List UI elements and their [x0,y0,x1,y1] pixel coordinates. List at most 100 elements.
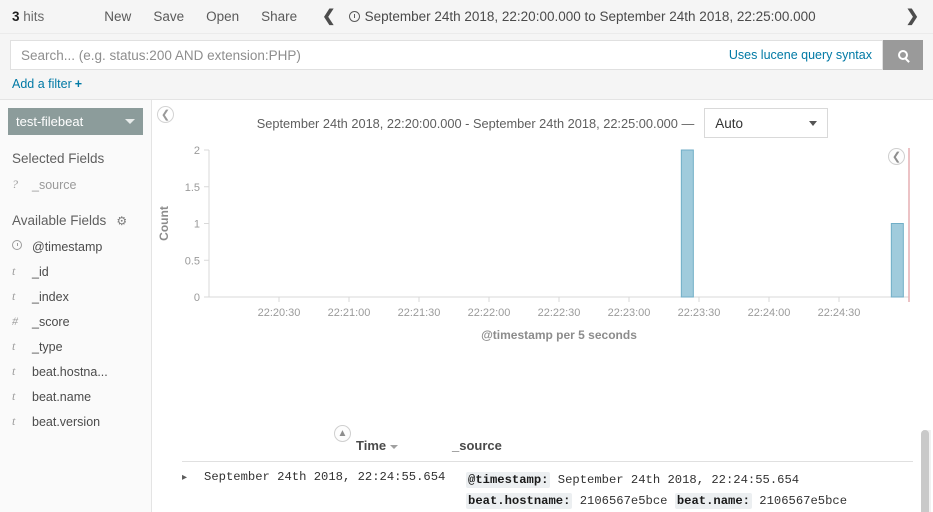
table-row: ▸ September 24th 2018, 22:24:55.654 @tim… [182,462,913,512]
query-bar: Uses lucene query syntax [0,34,933,76]
chevron-down-icon [125,119,135,124]
histogram-chart[interactable]: ❮ 0 0.5 1 1.5 2 Count 22:20:30 22:21:00 22:21:30… [152,140,927,355]
svg-text:0.5: 0.5 [185,255,200,267]
sidebar-field-index[interactable]: t _index [0,284,151,309]
top-navigation-bar: 3 hits New Save Open Share ❮ September 2… [0,0,933,34]
filter-bar: Add a filter + [0,76,933,100]
clock-icon [348,11,360,22]
search-submit-button[interactable] [883,40,923,70]
column-header-time-label: Time [356,438,387,453]
column-header-time[interactable]: Time [182,438,452,453]
field-type-icon: t [12,364,16,378]
query-input-wrapper: Uses lucene query syntax [10,40,883,70]
field-type-icon: t [12,339,16,353]
time-range-text: September 24th 2018, 22:20:00.000 to Sep… [364,9,816,24]
kibana-discover-app: 3 hits New Save Open Share ❮ September 2… [0,0,933,512]
hits-count: 3 hits [12,9,44,24]
column-header-source: _source [452,438,502,453]
svg-text:22:21:30: 22:21:30 [398,307,441,319]
lucene-syntax-link[interactable]: Uses lucene query syntax [729,48,872,62]
field-name-label: beat.hostna... [32,364,108,379]
nav-share-button[interactable]: Share [261,9,297,24]
nav-save-button[interactable]: Save [153,9,184,24]
svg-text:1.5: 1.5 [185,182,200,194]
time-range-display[interactable]: September 24th 2018, 22:20:00.000 to Sep… [348,9,816,24]
available-fields-title: Available Fields [12,213,107,228]
svg-text:22:22:00: 22:22:00 [468,307,511,319]
chart-header: September 24th 2018, 22:20:00.000 - Sept… [152,100,933,140]
field-name-label: @timestamp [32,239,103,254]
gear-icon[interactable]: ⚙ [116,214,127,228]
sidebar-field-type[interactable]: t _type [0,334,151,359]
chart-range-label: September 24th 2018, 22:20:00.000 - Sept… [256,115,695,131]
source-field-key: beat.hostname: [466,493,573,509]
hits-label: hits [23,9,45,24]
add-filter-button[interactable]: Add a filter + [12,77,82,91]
cell-time: September 24th 2018, 22:24:55.654 [204,470,446,484]
table-scrollbar-thumb[interactable] [921,430,929,512]
svg-text:22:23:30: 22:23:30 [678,307,721,319]
toggle-chart-button[interactable]: ▲ [334,425,351,442]
selected-fields-heading: Selected Fields [0,135,151,172]
interval-select[interactable]: Auto [704,108,829,138]
sort-caret-icon [390,444,399,449]
expand-row-button[interactable]: ▸ [182,470,204,512]
index-pattern-selector[interactable]: test-filebeat [8,108,143,135]
cell-source: @timestamp: September 24th 2018, 22:24:5… [466,470,913,512]
svg-text:22:22:30: 22:22:30 [538,307,581,319]
interval-value: Auto [715,115,744,131]
sidebar-field-score[interactable]: # _score [0,309,151,334]
sidebar-field-beat-version[interactable]: t beat.version [0,409,151,434]
field-name-label: _source [32,177,77,192]
svg-text:22:23:00: 22:23:00 [608,307,651,319]
svg-text:22:20:30: 22:20:30 [258,307,301,319]
index-pattern-label: test-filebeat [16,114,84,129]
svg-text:@timestamp per 5 seconds: @timestamp per 5 seconds [481,328,637,342]
top-nav-links: New Save Open Share [104,9,297,24]
nav-open-button[interactable]: Open [206,9,239,24]
document-table: Time _source ▸ September 24th 2018, 22:2… [152,430,933,512]
svg-text:0: 0 [194,292,200,304]
search-icon [898,50,908,60]
chevron-left-icon[interactable]: ❮ [319,7,338,27]
field-type-icon: t [12,264,16,278]
svg-text:1: 1 [194,219,200,231]
field-name-label: _score [32,314,70,329]
source-field-value: 2106567e5bce [751,494,848,508]
table-header-row: Time _source [182,430,913,462]
histogram-svg: 0 0.5 1 1.5 2 Count 22:20:30 22:21:00 22:21:30 22… [157,145,910,342]
field-name-label: _id [32,264,49,279]
sidebar-field-beat-hostname[interactable]: t beat.hostna... [0,359,151,384]
svg-text:Count: Count [157,206,171,241]
chevron-down-icon [809,120,818,126]
field-sidebar: test-filebeat Selected Fields ? _source … [0,100,152,512]
field-type-icon: t [12,414,16,428]
time-picker: ❮ September 24th 2018, 22:20:00.000 to S… [319,7,927,27]
field-type-icon: t [12,389,16,403]
chart-collapse-button[interactable]: ❮ [888,148,905,165]
sidebar-field-id[interactable]: t _id [0,259,151,284]
field-name-label: _index [32,289,69,304]
field-type-icon: t [12,289,16,303]
source-field-value: 2106567e5bce [572,494,675,508]
source-field-key: @timestamp: [466,472,551,488]
sidebar-field-source[interactable]: ? _source [0,172,151,197]
nav-new-button[interactable]: New [104,9,131,24]
table-scrollbar-track[interactable] [921,430,931,512]
add-filter-label: Add a filter [12,77,72,91]
clock-field-icon [12,239,26,254]
main-panel: ❮ September 24th 2018, 22:20:00.000 - Se… [152,100,933,512]
svg-text:22:24:30: 22:24:30 [818,307,861,319]
svg-text:22:21:00: 22:21:00 [328,307,371,319]
svg-text:22:24:00: 22:24:00 [748,307,791,319]
plus-icon: + [74,77,83,91]
sidebar-field-timestamp[interactable]: @timestamp [0,234,151,259]
chevron-right-icon[interactable]: ❯ [903,7,927,27]
field-type-icon: ? [12,177,18,191]
sidebar-field-beat-name[interactable]: t beat.name [0,384,151,409]
field-name-label: _type [32,339,63,354]
collapse-sidebar-button[interactable]: ❮ [157,106,174,123]
discover-body: test-filebeat Selected Fields ? _source … [0,100,933,512]
column-header-source-label: _source [452,438,502,453]
available-fields-heading: Available Fields ⚙ [0,197,151,234]
